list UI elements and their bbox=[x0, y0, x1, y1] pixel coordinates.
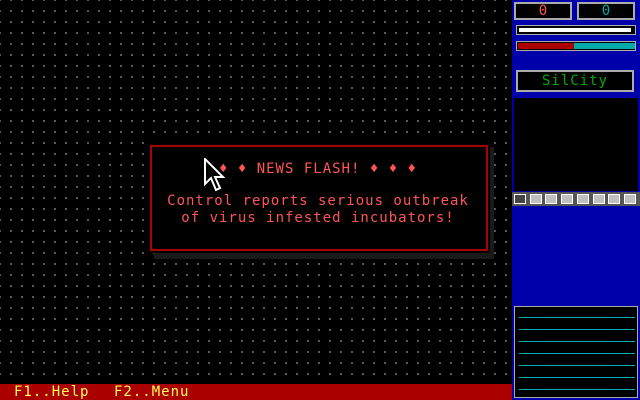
city-name: SilCity bbox=[516, 70, 634, 92]
news-flash-dialog[interactable]: ♦ ♦ NEWS FLASH! ♦ ♦ ♦ Control reports se… bbox=[146, 141, 490, 253]
graph-line bbox=[519, 341, 635, 342]
tool-slot-8[interactable] bbox=[624, 194, 636, 204]
status-bar: F1..Help F2..Menu bbox=[0, 384, 512, 400]
graph-line bbox=[519, 317, 635, 318]
tool-slot-6[interactable] bbox=[593, 194, 605, 204]
graph-line bbox=[519, 365, 635, 366]
left-counter: 0 bbox=[514, 2, 572, 20]
top-meter bbox=[516, 25, 636, 35]
news-flash-line-1: Control reports serious outbreak bbox=[167, 193, 469, 209]
balance-meter bbox=[516, 41, 636, 51]
news-flash-heading: ♦ ♦ NEWS FLASH! ♦ ♦ ♦ bbox=[218, 161, 417, 177]
tool-slot-5[interactable] bbox=[577, 194, 589, 204]
tool-slot-1[interactable] bbox=[514, 194, 526, 204]
tool-slot-4[interactable] bbox=[561, 194, 573, 204]
right-counter: 0 bbox=[577, 2, 635, 20]
arrow-cursor-icon bbox=[204, 158, 226, 192]
graph-line bbox=[519, 353, 635, 354]
graph-line bbox=[519, 389, 635, 390]
help-hint[interactable]: F1..Help bbox=[14, 384, 89, 400]
news-flash-line-2: of virus infested incubators! bbox=[181, 210, 455, 226]
graph-line bbox=[519, 329, 635, 330]
tool-slot-2[interactable] bbox=[530, 194, 542, 204]
status-graph bbox=[514, 306, 638, 398]
tool-slot-7[interactable] bbox=[608, 194, 620, 204]
menu-hint[interactable]: F2..Menu bbox=[114, 384, 189, 400]
minimap-view[interactable] bbox=[514, 98, 638, 191]
graph-line bbox=[519, 377, 635, 378]
tool-slot-3[interactable] bbox=[545, 194, 557, 204]
